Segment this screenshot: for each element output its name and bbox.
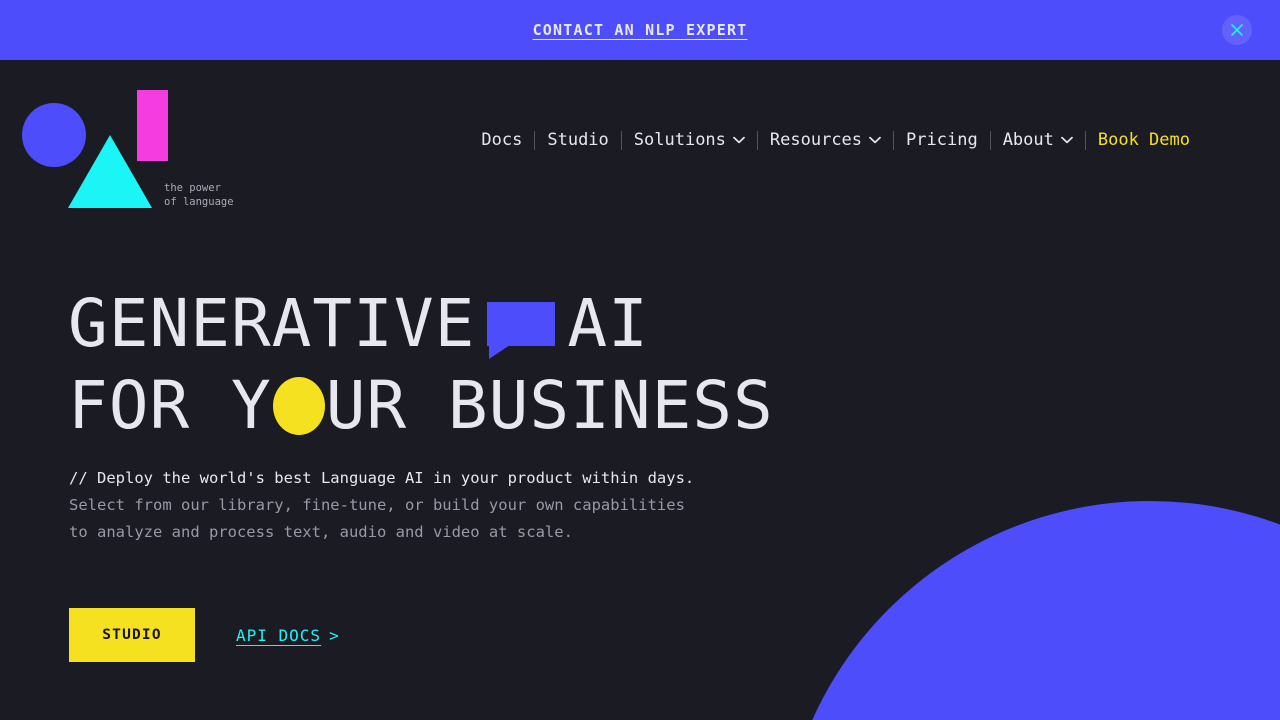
speech-bubble-icon (487, 301, 556, 359)
nav-item-about[interactable]: About (991, 130, 1085, 150)
hero-cta-row: STUDIO API DOCS > (69, 608, 340, 662)
chevron-down-icon (1061, 136, 1073, 144)
logo-tagline-line1: the power (164, 182, 221, 194)
main-navigation: Docs Studio Solutions Resources Pricing About… (469, 60, 1202, 220)
logo-tagline: the power of language (164, 182, 234, 209)
nav-item-label: Pricing (906, 130, 978, 150)
nav-item-solutions[interactable]: Solutions (622, 130, 757, 150)
close-icon (1230, 23, 1244, 37)
logo-tagline-line2: of language (164, 195, 234, 208)
headline-text-ur-business: UR BUSINESS (325, 367, 774, 444)
nav-item-label: Resources (769, 130, 863, 150)
logo-triangle-shape (68, 135, 152, 208)
nav-item-label: Studio (547, 130, 609, 150)
site-logo[interactable]: the power of language (22, 85, 262, 210)
headline-word-ai: AI (567, 285, 649, 362)
chevron-down-icon (733, 136, 745, 144)
chevron-down-icon (869, 136, 881, 144)
page-title: GENERATIVE AI FOR Y UR BUSINESS (68, 283, 774, 447)
arrow-right-icon: > (329, 625, 340, 645)
nav-item-pricing[interactable]: Pricing (894, 130, 990, 150)
contact-nlp-expert-link[interactable]: CONTACT AN NLP EXPERT (533, 21, 748, 39)
headline-text-for-y: FOR Y (68, 367, 272, 444)
subcopy-line-3: to analyze and process text, audio and v… (69, 523, 573, 541)
nav-item-resources[interactable]: Resources (758, 130, 893, 150)
announcement-banner: CONTACT AN NLP EXPERT (0, 0, 1280, 60)
headline-word-generative: GENERATIVE (68, 285, 476, 362)
page-root: CONTACT AN NLP EXPERT the power of langu… (0, 0, 1280, 720)
subcopy-line-1: // Deploy the world's best Language AI i… (69, 469, 695, 487)
nav-item-docs[interactable]: Docs (469, 130, 534, 150)
nav-item-label: About (1002, 130, 1054, 150)
nav-item-book-demo[interactable]: Book Demo (1086, 130, 1202, 150)
banner-close-button[interactable] (1222, 15, 1252, 45)
studio-button[interactable]: STUDIO (69, 608, 195, 662)
nav-item-studio[interactable]: Studio (535, 130, 620, 150)
nav-item-label: Book Demo (1097, 130, 1190, 150)
headline-line-1: GENERATIVE AI (68, 283, 774, 365)
site-header: the power of language Docs Studio Solution… (0, 60, 1280, 220)
nav-item-label: Docs (481, 130, 523, 150)
hero-subcopy: // Deploy the world's best Language AI i… (69, 465, 694, 546)
nav-item-label: Solutions (633, 130, 726, 150)
api-docs-link[interactable]: API DOCS > (236, 626, 340, 645)
yellow-ellipse-icon (272, 377, 325, 436)
api-docs-label: API DOCS (236, 625, 322, 645)
headline-line-2: FOR Y UR BUSINESS (68, 365, 774, 447)
subcopy-line-2: Select from our library, fine-tune, or b… (69, 496, 685, 514)
